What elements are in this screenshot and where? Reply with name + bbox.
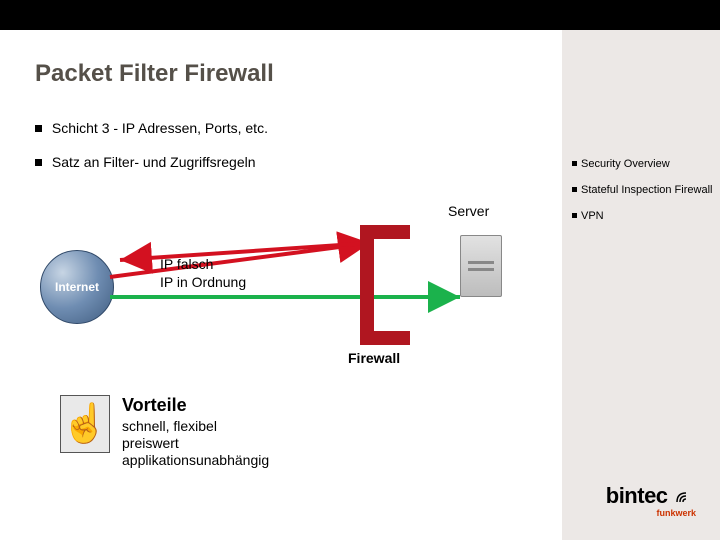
thumbs-up-icon: ☝ <box>60 395 110 453</box>
top-stripe <box>0 0 720 30</box>
brand-logo: bintec funkwerk <box>606 483 696 518</box>
bullet-text: Schicht 3 - IP Adressen, Ports, etc. <box>52 120 268 136</box>
bullet-square-icon <box>572 187 577 192</box>
side-nav-item: VPN <box>572 210 712 222</box>
arrow-green-label: IP in Ordnung <box>160 273 246 291</box>
server-label: Server <box>448 203 489 219</box>
side-nav-label: VPN <box>581 210 604 222</box>
internet-label: Internet <box>55 280 99 294</box>
signal-icon <box>674 487 696 510</box>
bullet-item: Schicht 3 - IP Adressen, Ports, etc. <box>35 120 268 136</box>
side-nav-item: Stateful Inspection Firewall <box>572 184 712 196</box>
firewall-label: Firewall <box>348 350 400 366</box>
side-nav-label: Security Overview <box>581 158 670 170</box>
advantages-line: preiswert <box>122 435 269 452</box>
advantages-line: applikationsunabhängig <box>122 452 269 469</box>
arrow-red-label: IP falsch <box>160 255 246 273</box>
side-nav-label: Stateful Inspection Firewall <box>581 184 712 196</box>
side-nav: Security Overview Stateful Inspection Fi… <box>572 158 712 236</box>
advantages-heading: Vorteile <box>122 395 269 416</box>
side-nav-item: Security Overview <box>572 158 712 170</box>
internet-globe: Internet <box>40 250 114 324</box>
arrow-labels: IP falsch IP in Ordnung <box>160 255 246 291</box>
side-panel <box>562 30 720 540</box>
bullet-text: Satz an Filter- und Zugriffsregeln <box>52 154 256 170</box>
slide-title: Packet Filter Firewall <box>35 60 274 88</box>
bullet-square-icon <box>35 159 42 166</box>
firewall-bracket <box>360 225 410 345</box>
brand-name: bintec <box>606 483 668 508</box>
advantages-box: ☝ Vorteile schnell, flexibel preiswert a… <box>60 395 269 469</box>
advantages-line: schnell, flexibel <box>122 418 269 435</box>
bullet-square-icon <box>35 125 42 132</box>
bullet-item: Satz an Filter- und Zugriffsregeln <box>35 154 268 170</box>
bullet-square-icon <box>572 213 577 218</box>
bullet-square-icon <box>572 161 577 166</box>
server-icon <box>460 235 502 297</box>
main-bullets: Schicht 3 - IP Adressen, Ports, etc. Sat… <box>35 120 268 188</box>
diagram: Internet IP falsch IP in Ordnung <box>40 195 540 385</box>
brand-sub: funkwerk <box>606 508 696 518</box>
